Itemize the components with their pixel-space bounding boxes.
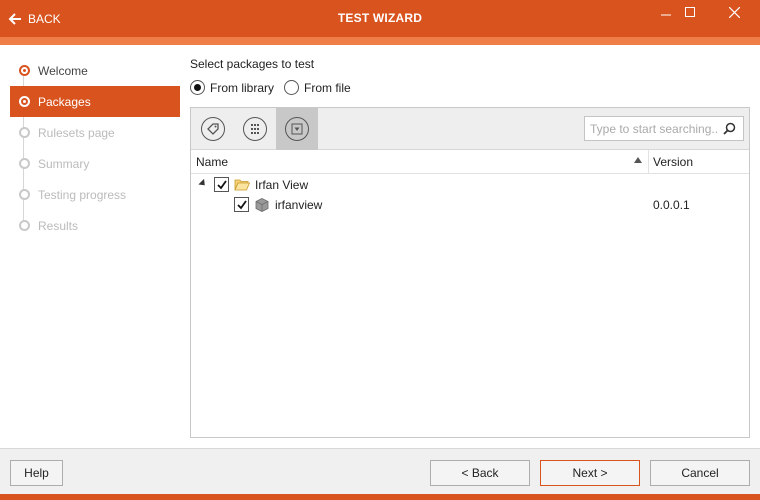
page-heading: Select packages to test <box>190 57 315 71</box>
header-accent-bar <box>0 37 760 45</box>
step-rulesets-page: Rulesets page <box>10 117 180 148</box>
window-title: TEST WIZARD <box>337 11 423 25</box>
step-results: Results <box>10 210 180 241</box>
package-icon <box>254 197 270 213</box>
packages-panel: Name Version Irfan View irfanview 0.0.0.… <box>190 107 750 438</box>
search-icon[interactable] <box>719 119 739 139</box>
cancel-button[interactable]: Cancel <box>650 460 750 486</box>
table-header: Name Version <box>191 150 749 174</box>
filter-icon <box>285 117 309 141</box>
tree-row-package[interactable]: irfanview 0.0.0.1 <box>191 195 749 215</box>
grid-icon <box>243 117 267 141</box>
title-bar: BACK TEST WIZARD <box>0 0 760 37</box>
tag-icon <box>201 117 225 141</box>
step-pending-icon <box>19 158 30 169</box>
row-name: irfanview <box>275 198 323 212</box>
search-input[interactable] <box>585 118 719 139</box>
step-done-icon <box>19 65 30 76</box>
close-icon[interactable] <box>725 4 743 20</box>
tag-button[interactable] <box>192 108 234 150</box>
row-checkbox[interactable] <box>214 177 229 192</box>
from-library-radio[interactable]: From library <box>190 80 274 95</box>
packages-toolbar <box>191 108 749 150</box>
filter-button[interactable] <box>276 108 318 150</box>
step-label: Summary <box>38 156 90 171</box>
back-button[interactable]: < Back <box>430 460 530 486</box>
step-pending-icon <box>19 127 30 138</box>
search-box <box>584 116 744 141</box>
step-pending-icon <box>19 189 30 200</box>
column-header-name[interactable]: Name <box>196 155 228 169</box>
column-header-version[interactable]: Version <box>653 155 693 169</box>
minimize-icon[interactable] <box>657 4 675 20</box>
row-name: Irfan View <box>255 178 309 192</box>
step-label: Welcome <box>38 63 88 78</box>
radio-label: From library <box>210 80 275 95</box>
grid-button[interactable] <box>234 108 276 150</box>
sort-ascending-icon[interactable] <box>634 157 642 163</box>
footer-bar: Help < Back Next > Cancel <box>0 448 760 494</box>
step-summary: Summary <box>10 148 180 179</box>
column-divider[interactable] <box>648 150 649 174</box>
maximize-icon[interactable] <box>681 4 699 20</box>
step-packages[interactable]: Packages <box>10 86 180 117</box>
row-checkbox[interactable] <box>234 197 249 212</box>
expand-toggle-icon[interactable] <box>198 178 208 189</box>
step-welcome[interactable]: Welcome <box>10 55 180 86</box>
tree-row-folder[interactable]: Irfan View <box>191 175 749 195</box>
step-label: Packages <box>38 94 91 109</box>
from-file-radio[interactable]: From file <box>284 80 351 95</box>
help-button[interactable]: Help <box>10 460 63 486</box>
step-label: Rulesets page <box>38 125 115 140</box>
next-button[interactable]: Next > <box>540 460 640 486</box>
step-current-icon <box>19 96 30 107</box>
source-selector: From library From file <box>190 80 351 95</box>
step-label: Results <box>38 218 79 233</box>
radio-label: From file <box>304 80 351 95</box>
step-pending-icon <box>19 220 30 231</box>
step-testing-progress: Testing progress <box>10 179 180 210</box>
row-version: 0.0.0.1 <box>653 198 690 212</box>
radio-unselected-icon <box>284 80 300 95</box>
radio-selected-icon <box>190 80 205 95</box>
wizard-steps: Welcome Packages Rulesets page Summary T… <box>0 45 184 448</box>
step-label: Testing progress <box>38 187 127 202</box>
folder-open-icon <box>234 177 251 193</box>
bottom-accent-bar <box>0 494 760 500</box>
